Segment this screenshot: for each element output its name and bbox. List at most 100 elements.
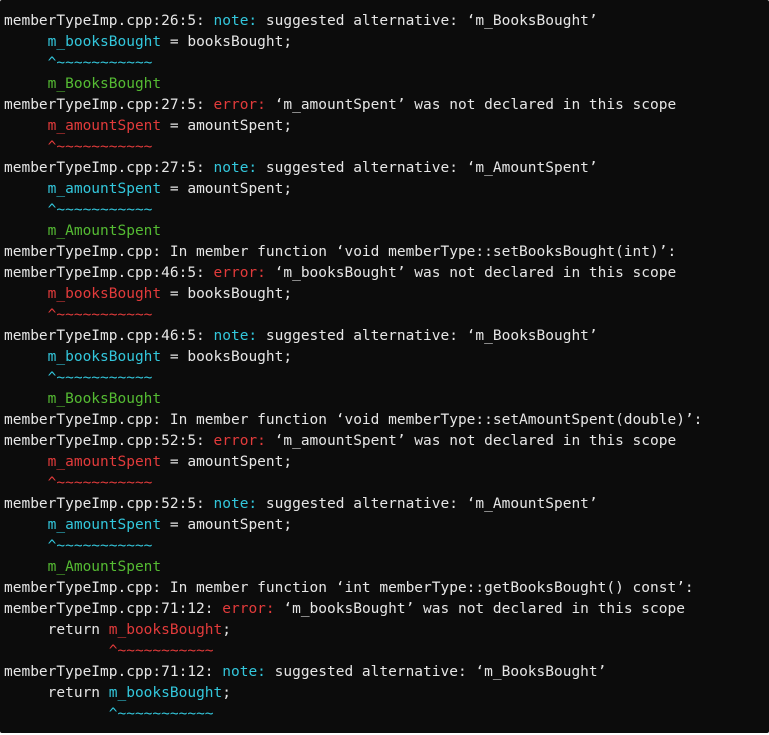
terminal-line: memberTypeImp.cpp:52:5: error: ‘m_amount… [4, 431, 769, 452]
terminal-output[interactable]: memberTypeImp.cpp:26:5: note: suggested … [0, 0, 769, 733]
output-text: return [4, 685, 109, 701]
terminal-line: memberTypeImp.cpp: In member function ‘v… [4, 410, 769, 431]
terminal-line: m_amountSpent = amountSpent; [4, 452, 769, 473]
note-text: m_amountSpent [47, 181, 162, 197]
error-text: m_booksBought [108, 622, 223, 638]
output-text: memberTypeImp.cpp: In member function ‘i… [4, 580, 694, 596]
fixit-suggestion: m_AmountSpent [47, 223, 162, 239]
terminal-line: m_booksBought = booksBought; [4, 347, 769, 368]
output-text: = booksBought; [161, 34, 293, 50]
terminal-line: ^~~~~~~~~~~~ [4, 368, 769, 389]
output-text: suggested alternative: ‘m_AmountSpent’ [257, 160, 598, 176]
note-text: ^~~~~~~~~~~~ [47, 370, 153, 386]
terminal-line: return m_booksBought; [4, 683, 769, 704]
error-text: ^~~~~~~~~~~~ [108, 643, 214, 659]
output-text: return [4, 622, 109, 638]
output-text: memberTypeImp.cpp:27:5: [4, 97, 214, 113]
note-text: note: [213, 13, 258, 29]
terminal-line: ^~~~~~~~~~~~ [4, 704, 769, 725]
output-text: suggested alternative: ‘m_AmountSpent’ [257, 496, 598, 512]
terminal-line: m_amountSpent = amountSpent; [4, 179, 769, 200]
note-text: m_booksBought [108, 685, 223, 701]
note-text: ^~~~~~~~~~~~ [47, 55, 153, 71]
output-text: memberTypeImp.cpp:27:5: [4, 160, 214, 176]
output-text: = booksBought; [161, 286, 293, 302]
terminal-line: m_booksBought = booksBought; [4, 32, 769, 53]
output-text: memberTypeImp.cpp:52:5: [4, 433, 214, 449]
output-text: suggested alternative: ‘m_BooksBought’ [257, 13, 598, 29]
terminal-line: memberTypeImp.cpp:52:5: note: suggested … [4, 494, 769, 515]
output-text: memberTypeImp.cpp:26:5: [4, 13, 214, 29]
output-text: memberTypeImp.cpp:46:5: [4, 265, 214, 281]
terminal-line: m_amountSpent = amountSpent; [4, 116, 769, 137]
error-text: error: [213, 97, 266, 113]
output-text: ‘m_booksBought’ was not declared in this… [274, 601, 685, 617]
terminal-line: m_BooksBought [4, 74, 769, 95]
note-text: ^~~~~~~~~~~~ [108, 706, 214, 722]
output-text: memberTypeImp.cpp:71:12: [4, 664, 223, 680]
terminal-line: ^~~~~~~~~~~~ [4, 200, 769, 221]
terminal-line: m_BooksBought [4, 389, 769, 410]
terminal-line: m_AmountSpent [4, 557, 769, 578]
output-text: ; [222, 685, 231, 701]
output-text: ‘m_booksBought’ was not declared in this… [265, 265, 677, 281]
terminal-line: m_AmountSpent [4, 221, 769, 242]
terminal-line: memberTypeImp.cpp:71:12: error: ‘m_books… [4, 599, 769, 620]
output-text: suggested alternative: ‘m_BooksBought’ [265, 664, 607, 680]
error-text: ^~~~~~~~~~~~ [47, 307, 153, 323]
terminal-line: memberTypeImp.cpp:27:5: note: suggested … [4, 158, 769, 179]
note-text: m_booksBought [47, 34, 162, 50]
output-text: = amountSpent; [161, 118, 293, 134]
error-text: ^~~~~~~~~~~~ [47, 475, 153, 491]
fixit-suggestion: m_BooksBought [47, 76, 162, 92]
terminal-line: memberTypeImp.cpp: In member function ‘v… [4, 242, 769, 263]
note-text: note: [213, 496, 258, 512]
terminal-line: ^~~~~~~~~~~~ [4, 53, 769, 74]
terminal-line: memberTypeImp.cpp:46:5: note: suggested … [4, 326, 769, 347]
terminal-line: memberTypeImp.cpp:27:5: error: ‘m_amount… [4, 95, 769, 116]
note-text: note: [213, 328, 258, 344]
note-text: note: [222, 664, 266, 680]
output-text: suggested alternative: ‘m_BooksBought’ [257, 328, 598, 344]
terminal-line: memberTypeImp.cpp:71:12: note: suggested… [4, 662, 769, 683]
output-text: memberTypeImp.cpp:71:12: [4, 601, 223, 617]
terminal-line: ^~~~~~~~~~~~ [4, 641, 769, 662]
output-text: memberTypeImp.cpp: In member function ‘v… [4, 412, 703, 428]
error-text: m_amountSpent [47, 454, 162, 470]
terminal-line: ^~~~~~~~~~~~ [4, 473, 769, 494]
output-text: ; [222, 622, 231, 638]
output-text: memberTypeImp.cpp:52:5: [4, 496, 214, 512]
error-text: error: [213, 433, 266, 449]
error-text: ^~~~~~~~~~~~ [47, 139, 153, 155]
terminal-line: return m_booksBought; [4, 620, 769, 641]
note-text: m_amountSpent [47, 517, 162, 533]
terminal-line: memberTypeImp.cpp: In member function ‘i… [4, 578, 769, 599]
output-text: = booksBought; [161, 349, 293, 365]
output-text: memberTypeImp.cpp:46:5: [4, 328, 214, 344]
fixit-suggestion: m_AmountSpent [47, 559, 162, 575]
terminal-line: memberTypeImp.cpp:26:5: note: suggested … [4, 11, 769, 32]
terminal-line: m_amountSpent = amountSpent; [4, 515, 769, 536]
output-text: = amountSpent; [161, 517, 293, 533]
terminal-line: ^~~~~~~~~~~~ [4, 137, 769, 158]
note-text: m_booksBought [47, 349, 162, 365]
note-text: note: [213, 160, 258, 176]
output-text: = amountSpent; [161, 454, 293, 470]
